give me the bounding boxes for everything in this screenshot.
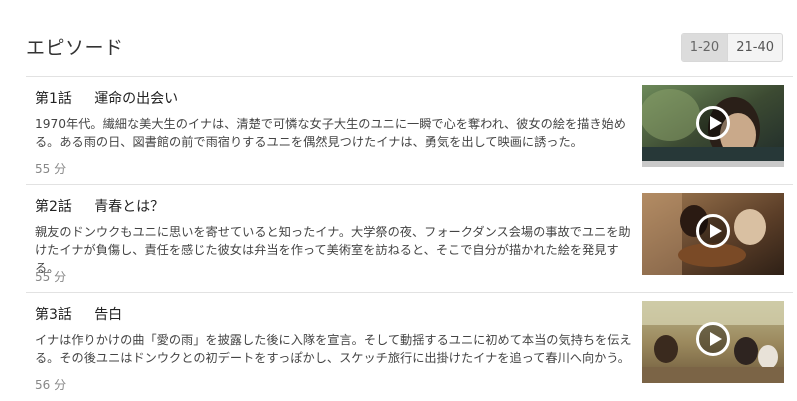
pager-21-40[interactable]: 21-40 [727, 34, 782, 61]
progress-bar [642, 161, 784, 167]
episode-thumbnail[interactable] [642, 301, 784, 383]
play-circle-icon[interactable] [696, 214, 730, 248]
episode-item[interactable]: 第2話 青春とは？ 親友のドンウクもユニに思いを寄せていると知ったイナ。大学祭の… [26, 184, 793, 292]
play-circle-icon[interactable] [696, 322, 730, 356]
episode-duration: 56 分 [35, 378, 67, 392]
episode-item[interactable]: 第1話 運命の出会い 1970年代。繊細な美大生のイナは、清楚で可憐な女子大生の… [26, 76, 793, 184]
episode-number: 第1話 [35, 91, 72, 107]
episode-item[interactable]: 第3話 告白 イナは作りかけの曲「愛の雨」を披露した後に入隊を宣言。そして動揺す… [26, 292, 793, 400]
episode-number: 第2話 [35, 199, 72, 215]
episode-thumbnail[interactable] [642, 193, 784, 275]
episode-title: 第2話 青春とは？ [35, 196, 164, 216]
episode-title: 第1話 運命の出会い [35, 88, 178, 108]
episode-thumbnail[interactable] [642, 85, 784, 167]
episode-title: 第3話 告白 [35, 304, 122, 324]
episode-pager: 1-20 21-40 [680, 33, 783, 62]
episode-name: 運命の出会い [94, 91, 179, 107]
episode-description: イナは作りかけの曲「愛の雨」を披露した後に入隊を宣言。そして動揺するユニに初めて… [35, 333, 632, 365]
pager-1-20[interactable]: 1-20 [681, 34, 728, 61]
episodes-header: エピソード 1-20 21-40 [26, 33, 783, 63]
episode-name: 告白 [94, 307, 123, 323]
episode-description: 1970年代。繊細な美大生のイナは、清楚で可憐な女子大生のユニに一瞬で心を奪われ… [35, 117, 626, 149]
episode-name: 青春とは？ [94, 199, 165, 215]
episode-duration: 55 分 [35, 270, 67, 284]
episode-description: 親友のドンウクもユニに思いを寄せていると知ったイナ。大学祭の夜、フォークダンス会… [35, 225, 631, 275]
episode-number: 第3話 [35, 307, 72, 323]
play-circle-icon[interactable] [696, 106, 730, 140]
episode-duration: 55 分 [35, 162, 67, 176]
episode-list: 第1話 運命の出会い 1970年代。繊細な美大生のイナは、清楚で可憐な女子大生の… [26, 76, 793, 400]
section-title: エピソード [26, 37, 124, 59]
